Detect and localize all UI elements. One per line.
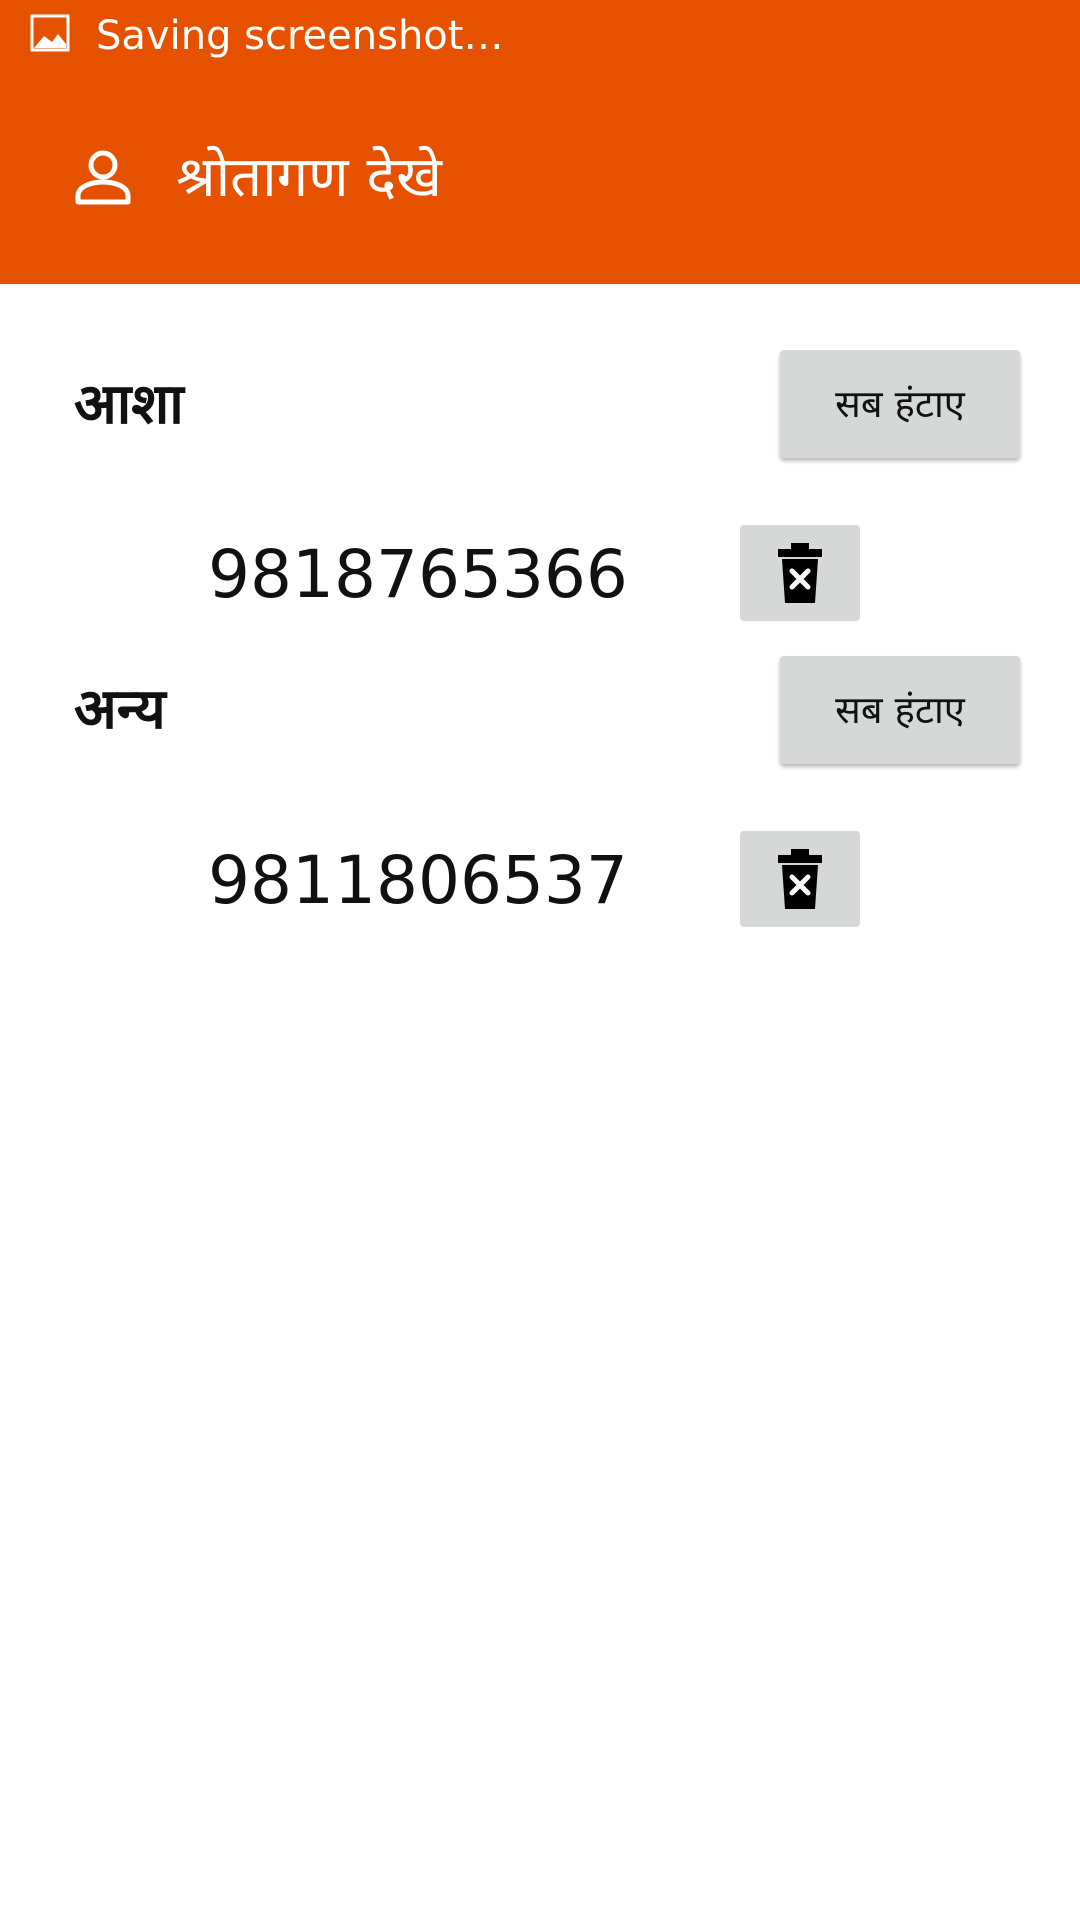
group-title-anya: अन्य bbox=[74, 677, 166, 742]
toolbar: श्रोतागण देखे bbox=[0, 110, 1080, 250]
remove-all-button[interactable]: सब हंटाए bbox=[780, 350, 1020, 458]
group-title-asha: आशा bbox=[74, 372, 184, 437]
phone-number: 9818765366 bbox=[208, 536, 628, 613]
delete-icon bbox=[778, 543, 822, 603]
delete-number-button[interactable] bbox=[740, 831, 860, 927]
delete-number-button[interactable] bbox=[740, 525, 860, 621]
status-text: Saving screenshot… bbox=[96, 13, 504, 59]
remove-all-button[interactable]: सब हंटाए bbox=[780, 656, 1020, 764]
phone-number: 9811806537 bbox=[208, 842, 628, 919]
status-bar: Saving screenshot… bbox=[0, 0, 1080, 76]
delete-icon bbox=[778, 849, 822, 909]
person-icon bbox=[75, 150, 131, 205]
image-icon bbox=[30, 14, 70, 52]
page-title: श्रोतागण देखे bbox=[176, 145, 442, 210]
app-header: Saving screenshot… श्रोतागण देखे bbox=[0, 0, 1080, 284]
